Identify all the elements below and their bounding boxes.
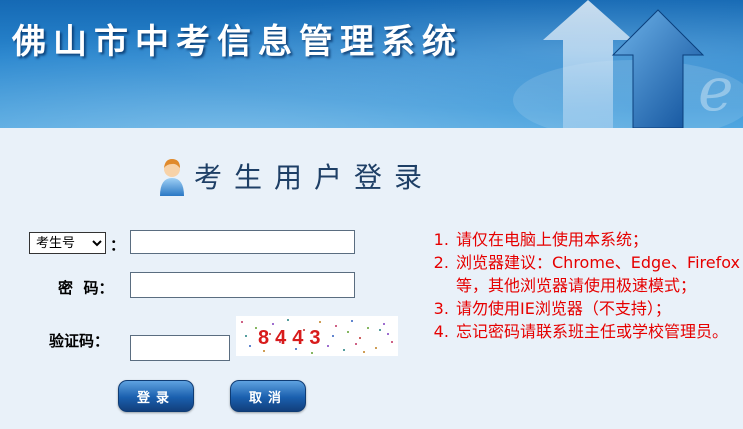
captcha-label: 验证码： <box>49 332 110 350</box>
notice-list: 请仅在电脑上使用本系统； 浏览器建议：Chrome、Edge、Firefox等，… <box>430 228 740 343</box>
password-label: 密 码： <box>58 279 114 297</box>
arrow-graphic: e <box>513 0 743 128</box>
notice-item: 忘记密码请联系班主任或学校管理员。 <box>454 320 740 343</box>
app-title: 佛山市中考信息管理系统 <box>12 22 463 62</box>
login-button[interactable]: 登录 <box>118 380 194 412</box>
user-icon <box>160 159 184 196</box>
notice-item: 浏览器建议：Chrome、Edge、Firefox等，其他浏览器请使用极速模式； <box>454 251 740 297</box>
username-input[interactable] <box>130 230 355 254</box>
notice-item: 请仅在电脑上使用本系统； <box>454 228 740 251</box>
user-type-colon: ： <box>110 236 126 254</box>
captcha-image[interactable]: 8443 <box>236 316 398 356</box>
user-type-select[interactable]: 考生号 <box>29 232 106 254</box>
header-banner: e 佛山市中考信息管理系统 <box>0 0 743 128</box>
login-heading: 考生用户登录 <box>158 152 434 200</box>
cancel-button[interactable]: 取消 <box>230 380 306 412</box>
captcha-text: 8443 <box>258 327 327 349</box>
login-heading-text: 考生用户登录 <box>194 161 435 194</box>
notice-item: 请勿使用IE浏览器（不支持）； <box>454 297 740 320</box>
captcha-input[interactable] <box>130 335 230 361</box>
password-input[interactable] <box>130 272 355 298</box>
svg-text:e: e <box>698 55 734 125</box>
